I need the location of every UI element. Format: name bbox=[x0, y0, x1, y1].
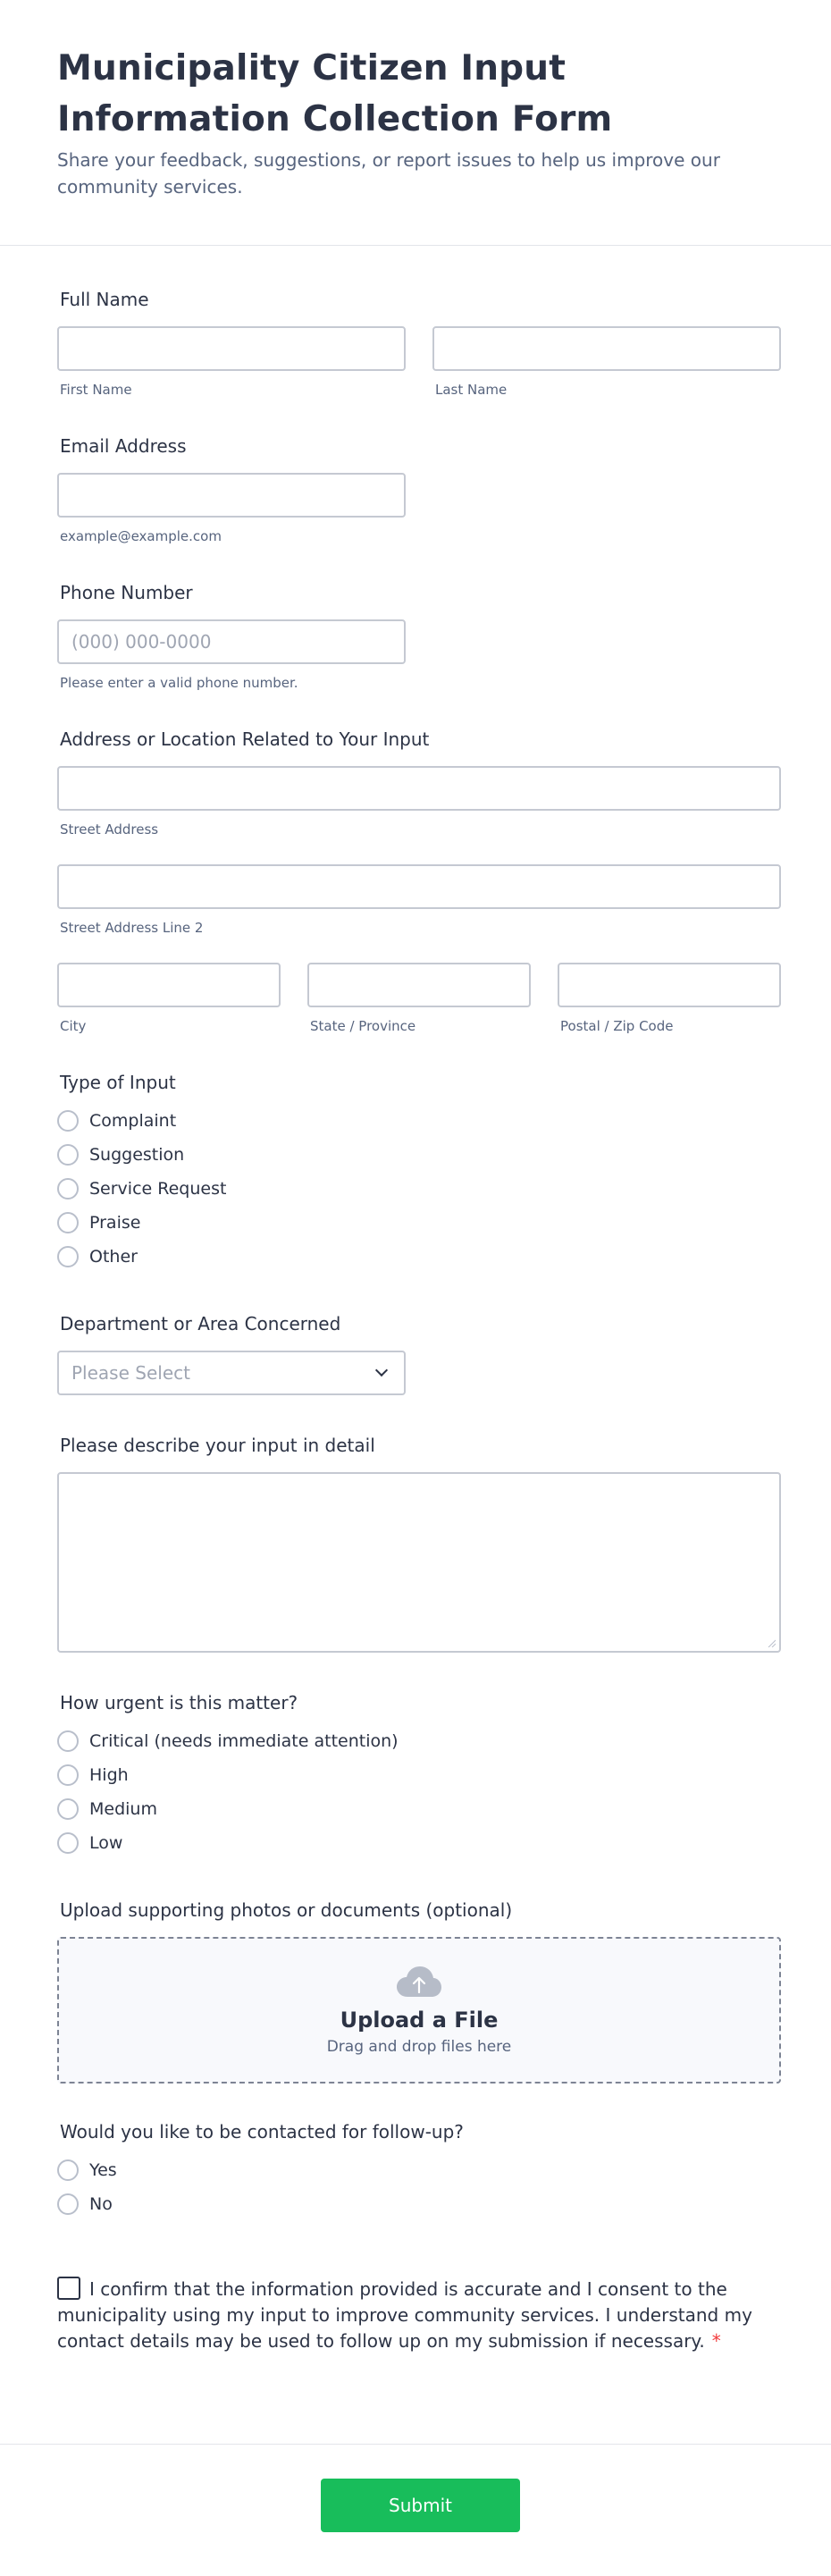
radio-button[interactable] bbox=[57, 1246, 79, 1267]
file-upload-dropzone[interactable]: Upload a File Drag and drop files here bbox=[57, 1937, 781, 2084]
radio-label: Complaint bbox=[89, 1111, 177, 1131]
street-address-input[interactable] bbox=[57, 766, 781, 811]
radio-option-medium[interactable]: Medium bbox=[57, 1792, 781, 1826]
urgency-label: How urgent is this matter? bbox=[60, 1692, 298, 1713]
street-address-sublabel: Street Address bbox=[60, 821, 159, 838]
first-name-input[interactable] bbox=[57, 326, 406, 371]
phone-sublabel: Please enter a valid phone number. bbox=[60, 675, 298, 691]
full-name-label: Full Name bbox=[60, 289, 149, 310]
phone-input[interactable]: (000) 000-0000 bbox=[57, 619, 406, 664]
radio-option-high[interactable]: High bbox=[57, 1758, 781, 1792]
radio-button[interactable] bbox=[57, 1730, 79, 1752]
department-select[interactable]: Please Select bbox=[57, 1351, 406, 1395]
resize-handle-icon[interactable] bbox=[767, 1638, 776, 1647]
radio-button[interactable] bbox=[57, 1212, 79, 1233]
radio-label: No bbox=[89, 2194, 113, 2214]
radio-option-praise[interactable]: Praise bbox=[57, 1206, 781, 1240]
upload-label: Upload supporting photos or documents (o… bbox=[60, 1899, 513, 1921]
page-subtitle: Share your feedback, suggestions, or rep… bbox=[57, 149, 720, 198]
chevron-down-icon bbox=[374, 1363, 389, 1377]
city-sublabel: City bbox=[60, 1018, 87, 1034]
details-textarea[interactable] bbox=[57, 1472, 781, 1653]
state-input[interactable] bbox=[307, 963, 531, 1007]
address-label: Address or Location Related to Your Inpu… bbox=[60, 728, 430, 750]
phone-field: Phone Number (000) 000-0000 Please enter… bbox=[57, 544, 781, 691]
radio-option-yes[interactable]: Yes bbox=[57, 2153, 781, 2187]
radio-button[interactable] bbox=[57, 2193, 79, 2215]
phone-label: Phone Number bbox=[60, 582, 193, 603]
radio-label: Low bbox=[89, 1833, 123, 1853]
form-header: Municipality Citizen Input Information C… bbox=[0, 0, 831, 246]
street-address-2-input[interactable] bbox=[57, 864, 781, 909]
required-asterisk: * bbox=[711, 2330, 721, 2352]
consent-field: I confirm that the information provided … bbox=[57, 2221, 781, 2354]
radio-label: Praise bbox=[89, 1213, 141, 1233]
street-address-2-sublabel: Street Address Line 2 bbox=[60, 920, 204, 936]
form-page: Municipality Citizen Input Information C… bbox=[0, 0, 831, 2576]
zip-input[interactable] bbox=[558, 963, 781, 1007]
consent-text: I confirm that the information provided … bbox=[57, 2278, 752, 2352]
details-label: Please describe your input in detail bbox=[60, 1435, 375, 1456]
department-label: Department or Area Concerned bbox=[60, 1313, 341, 1334]
details-field: Please describe your input in detail bbox=[57, 1395, 781, 1653]
radio-button[interactable] bbox=[57, 1178, 79, 1200]
first-name-sublabel: First Name bbox=[60, 382, 132, 398]
followup-label: Would you like to be contacted for follo… bbox=[60, 2121, 464, 2142]
radio-option-other[interactable]: Other bbox=[57, 1240, 781, 1274]
urgency-field: How urgent is this matter? Critical (nee… bbox=[57, 1653, 781, 1860]
radio-button[interactable] bbox=[57, 1832, 79, 1854]
radio-button[interactable] bbox=[57, 1798, 79, 1820]
radio-option-service-request[interactable]: Service Request bbox=[57, 1172, 781, 1206]
radio-label: Service Request bbox=[89, 1179, 227, 1199]
radio-option-complaint[interactable]: Complaint bbox=[57, 1104, 781, 1138]
form-footer: Submit bbox=[0, 2444, 831, 2576]
upload-field: Upload supporting photos or documents (o… bbox=[57, 1860, 781, 2084]
zip-sublabel: Postal / Zip Code bbox=[560, 1018, 674, 1034]
radio-label: Other bbox=[89, 1247, 138, 1267]
state-sublabel: State / Province bbox=[310, 1018, 416, 1034]
consent-checkbox[interactable] bbox=[57, 2277, 80, 2300]
department-field: Department or Area Concerned Please Sele… bbox=[57, 1274, 781, 1395]
radio-label: Yes bbox=[89, 2160, 117, 2180]
email-sublabel: example@example.com bbox=[60, 528, 222, 544]
upload-title: Upload a File bbox=[340, 2008, 499, 2033]
department-placeholder: Please Select bbox=[71, 1362, 190, 1384]
last-name-input[interactable] bbox=[432, 326, 781, 371]
address-field: Address or Location Related to Your Inpu… bbox=[57, 691, 781, 1034]
followup-field: Would you like to be contacted for follo… bbox=[57, 2084, 781, 2221]
full-name-field: Full Name First Name Last Name bbox=[57, 246, 781, 398]
radio-button[interactable] bbox=[57, 1144, 79, 1166]
radio-button[interactable] bbox=[57, 1764, 79, 1786]
input-type-label: Type of Input bbox=[60, 1072, 176, 1093]
radio-label: High bbox=[89, 1765, 129, 1785]
submit-button[interactable]: Submit bbox=[321, 2479, 520, 2532]
radio-button[interactable] bbox=[57, 2159, 79, 2181]
upload-hint: Drag and drop files here bbox=[326, 2038, 512, 2056]
radio-label: Critical (needs immediate attention) bbox=[89, 1731, 399, 1751]
cloud-upload-icon bbox=[397, 1966, 441, 1997]
radio-label: Suggestion bbox=[89, 1145, 185, 1165]
email-field: Email Address example@example.com bbox=[57, 398, 781, 544]
radio-button[interactable] bbox=[57, 1110, 79, 1132]
email-label: Email Address bbox=[60, 435, 187, 457]
page-title: Municipality Citizen Input Information C… bbox=[57, 48, 613, 139]
input-type-field: Type of Input Complaint Suggestion Servi… bbox=[57, 1034, 781, 1274]
radio-label: Medium bbox=[89, 1799, 157, 1819]
radio-option-suggestion[interactable]: Suggestion bbox=[57, 1138, 781, 1172]
radio-option-no[interactable]: No bbox=[57, 2187, 781, 2221]
city-input[interactable] bbox=[57, 963, 281, 1007]
email-input[interactable] bbox=[57, 473, 406, 518]
form-body: Full Name First Name Last Name Email Add… bbox=[0, 246, 831, 2354]
radio-option-critical[interactable]: Critical (needs immediate attention) bbox=[57, 1724, 781, 1758]
last-name-sublabel: Last Name bbox=[435, 382, 508, 398]
radio-option-low[interactable]: Low bbox=[57, 1826, 781, 1860]
